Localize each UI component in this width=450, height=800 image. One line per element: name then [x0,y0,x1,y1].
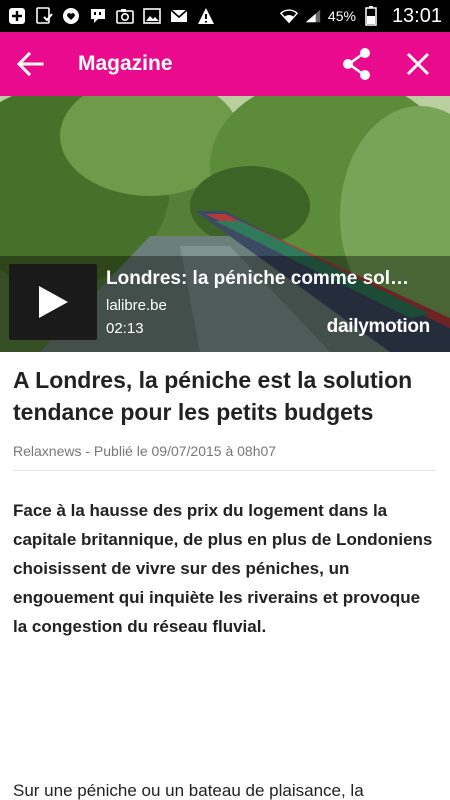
add-icon [8,7,26,25]
download-done-icon [35,7,53,25]
status-bar: 45% 13:01 [0,0,450,32]
article-lead: Face à la hausse des prix du logement da… [13,501,433,636]
app-bar: Magazine [0,32,450,96]
battery-icon [362,6,380,26]
play-icon [39,286,68,318]
notification-icons [8,7,215,25]
article: A Londres, la péniche est la solution te… [13,364,437,641]
close-icon [406,52,430,76]
article-body: Sur une péniche ou un bateau de plaisanc… [13,781,364,800]
wifi-icon [279,7,298,25]
video-source: lalibre.be [106,297,167,314]
battery-percent: 45% [327,8,356,24]
video-player[interactable]: Londres: la péniche comme sol… lalibre.b… [0,96,450,352]
mail-icon [170,7,188,25]
video-title[interactable]: Londres: la péniche comme sol… [106,268,446,290]
heart-icon [62,7,80,25]
warning-icon [197,7,215,25]
article-meta: Relaxnews - Publié le 09/07/2015 à 08h07 [13,443,437,471]
image-icon [143,7,161,25]
article-headline: A Londres, la péniche est la solution te… [13,367,413,425]
chat-icon [89,7,107,25]
share-icon [343,48,370,80]
play-button[interactable] [9,264,97,340]
page-title: Magazine [78,52,173,75]
signal-icon [304,7,322,25]
clock: 13:01 [391,4,442,27]
back-arrow-icon [16,51,44,77]
dailymotion-logo: dailymotion [326,316,431,337]
camera-icon [116,7,134,25]
share-button[interactable] [328,32,386,96]
close-button[interactable] [386,32,450,96]
video-duration: 02:13 [106,320,144,337]
back-button[interactable] [0,32,60,96]
system-status: 45% 13:01 [279,4,442,28]
